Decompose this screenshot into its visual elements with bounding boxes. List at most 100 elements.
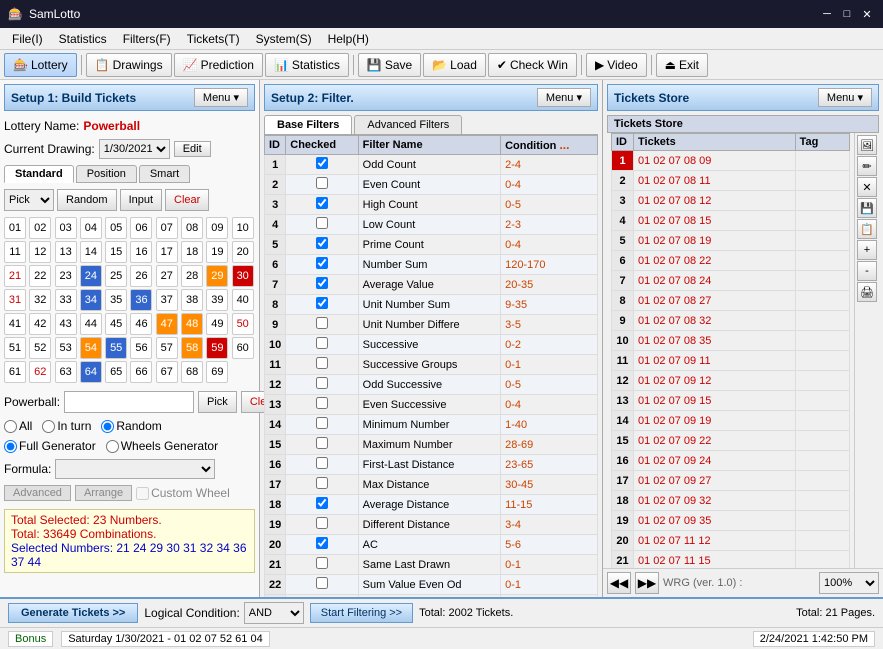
number-cell-29[interactable]: 29 (206, 265, 228, 287)
menu-help[interactable]: Help(H) (320, 31, 377, 47)
number-cell-48[interactable]: 48 (181, 313, 203, 335)
filter-checkbox[interactable] (316, 337, 328, 349)
number-cell-03[interactable]: 03 (55, 217, 77, 239)
toolbar-prediction[interactable]: 📈 Prediction (174, 53, 263, 77)
filter-check[interactable] (286, 395, 358, 415)
filter-check[interactable] (286, 295, 358, 315)
tab-position[interactable]: Position (76, 165, 137, 183)
filter-check[interactable] (286, 255, 358, 275)
start-filtering-btn[interactable]: Start Filtering >> (310, 603, 413, 623)
filter-checkbox[interactable] (316, 197, 328, 209)
filter-condition[interactable]: 20-35 (501, 275, 598, 295)
number-cell-50[interactable]: 50 (232, 313, 254, 335)
filter-checkbox[interactable] (316, 217, 328, 229)
ticket-row[interactable]: 20 01 02 07 11 12 (612, 531, 850, 551)
toolbar-save[interactable]: 💾 Save (358, 53, 421, 77)
filter-check[interactable] (286, 575, 358, 595)
number-cell-17[interactable]: 17 (156, 241, 178, 263)
number-cell-14[interactable]: 14 (80, 241, 102, 263)
number-cell-62[interactable]: 62 (29, 361, 51, 383)
filter-condition[interactable]: 0-1 (501, 575, 598, 595)
number-cell-53[interactable]: 53 (55, 337, 77, 359)
number-cell-34[interactable]: 34 (80, 289, 102, 311)
middle-menu-btn[interactable]: Menu ▾ (537, 88, 591, 107)
number-cell-06[interactable]: 06 (130, 217, 152, 239)
filter-checkbox[interactable] (316, 357, 328, 369)
filter-checkbox[interactable] (316, 317, 328, 329)
number-cell-63[interactable]: 63 (55, 361, 77, 383)
ticket-row[interactable]: 12 01 02 07 09 12 (612, 371, 850, 391)
pick-select[interactable]: Pick (4, 189, 54, 211)
filter-checkbox[interactable] (316, 377, 328, 389)
filter-condition[interactable]: 11-15 (501, 495, 598, 515)
ticket-row[interactable]: 5 01 02 07 08 19 (612, 231, 850, 251)
filter-table-container[interactable]: ID Checked Filter Name Condition ... 1 O… (264, 135, 598, 597)
filter-check[interactable] (286, 515, 358, 535)
ticket-img-btn[interactable]: 🖼 (857, 135, 877, 155)
number-cell-56[interactable]: 56 (130, 337, 152, 359)
number-cell-51[interactable]: 51 (4, 337, 26, 359)
number-cell-25[interactable]: 25 (105, 265, 127, 287)
filter-check[interactable] (286, 335, 358, 355)
toolbar-checkwin[interactable]: ✔ Check Win (488, 53, 577, 77)
tickets-table-container[interactable]: ID Tickets Tag 1 01 02 07 08 09 2 01 02 … (611, 133, 850, 568)
filter-condition[interactable]: 28-69 (501, 435, 598, 455)
ticket-del-btn[interactable]: ✕ (857, 177, 877, 197)
number-cell-47[interactable]: 47 (156, 313, 178, 335)
filter-condition[interactable]: 0-1 (501, 555, 598, 575)
toolbar-video[interactable]: ▶ Video (586, 53, 647, 77)
edit-drawing-btn[interactable]: Edit (174, 141, 211, 157)
number-cell-40[interactable]: 40 (232, 289, 254, 311)
number-cell-42[interactable]: 42 (29, 313, 51, 335)
filter-check[interactable] (286, 275, 358, 295)
number-cell-49[interactable]: 49 (206, 313, 228, 335)
number-cell-23[interactable]: 23 (55, 265, 77, 287)
menu-filters[interactable]: Filters(F) (115, 31, 179, 47)
filter-check[interactable] (286, 355, 358, 375)
filter-checkbox[interactable] (316, 537, 328, 549)
ticket-edit-btn[interactable]: ✏ (857, 156, 877, 176)
ticket-row[interactable]: 13 01 02 07 09 15 (612, 391, 850, 411)
ticket-row[interactable]: 19 01 02 07 09 35 (612, 511, 850, 531)
ticket-row[interactable]: 7 01 02 07 08 24 (612, 271, 850, 291)
ticket-row[interactable]: 11 01 02 07 09 11 (612, 351, 850, 371)
number-cell-57[interactable]: 57 (156, 337, 178, 359)
filter-condition[interactable]: 0-4 (501, 395, 598, 415)
filter-condition[interactable]: 2-3 (501, 215, 598, 235)
filter-check[interactable] (286, 495, 358, 515)
ticket-copy-btn[interactable]: 📋 (857, 219, 877, 239)
ticket-row[interactable]: 14 01 02 07 09 19 (612, 411, 850, 431)
filter-condition[interactable]: 0-5 (501, 195, 598, 215)
filter-check[interactable] (286, 315, 358, 335)
number-cell-08[interactable]: 08 (181, 217, 203, 239)
ticket-print-btn[interactable]: 🖨 (857, 282, 877, 302)
number-cell-26[interactable]: 26 (130, 265, 152, 287)
number-cell-33[interactable]: 33 (55, 289, 77, 311)
ticket-row[interactable]: 15 01 02 07 09 22 (612, 431, 850, 451)
close-btn[interactable]: ✕ (859, 6, 875, 22)
ticket-row[interactable]: 18 01 02 07 09 32 (612, 491, 850, 511)
maximize-btn[interactable]: □ (839, 6, 855, 22)
number-cell-67[interactable]: 67 (156, 361, 178, 383)
number-cell-31[interactable]: 31 (4, 289, 26, 311)
number-cell-24[interactable]: 24 (80, 265, 102, 287)
ticket-row[interactable]: 10 01 02 07 08 35 (612, 331, 850, 351)
radio-full-gen[interactable]: Full Generator (4, 439, 96, 453)
nav-prev-btn[interactable]: ◀◀ (607, 572, 631, 594)
number-cell-10[interactable]: 10 (232, 217, 254, 239)
filter-condition[interactable]: 0-2 (501, 335, 598, 355)
filter-condition[interactable]: 3-5 (501, 315, 598, 335)
ticket-row[interactable]: 2 01 02 07 08 11 (612, 171, 850, 191)
number-cell-39[interactable]: 39 (206, 289, 228, 311)
number-cell-43[interactable]: 43 (55, 313, 77, 335)
filter-condition[interactable]: 23-65 (501, 455, 598, 475)
powerball-input[interactable] (64, 391, 194, 413)
zoom-select[interactable]: 100% (819, 572, 879, 594)
radio-all[interactable]: All (4, 419, 32, 433)
generate-tickets-btn[interactable]: Generate Tickets >> (8, 603, 138, 623)
filter-condition[interactable]: 3-4 (501, 515, 598, 535)
filter-check[interactable] (286, 455, 358, 475)
number-cell-37[interactable]: 37 (156, 289, 178, 311)
filter-checkbox[interactable] (316, 397, 328, 409)
toolbar-statistics[interactable]: 📊 Statistics (265, 53, 349, 77)
